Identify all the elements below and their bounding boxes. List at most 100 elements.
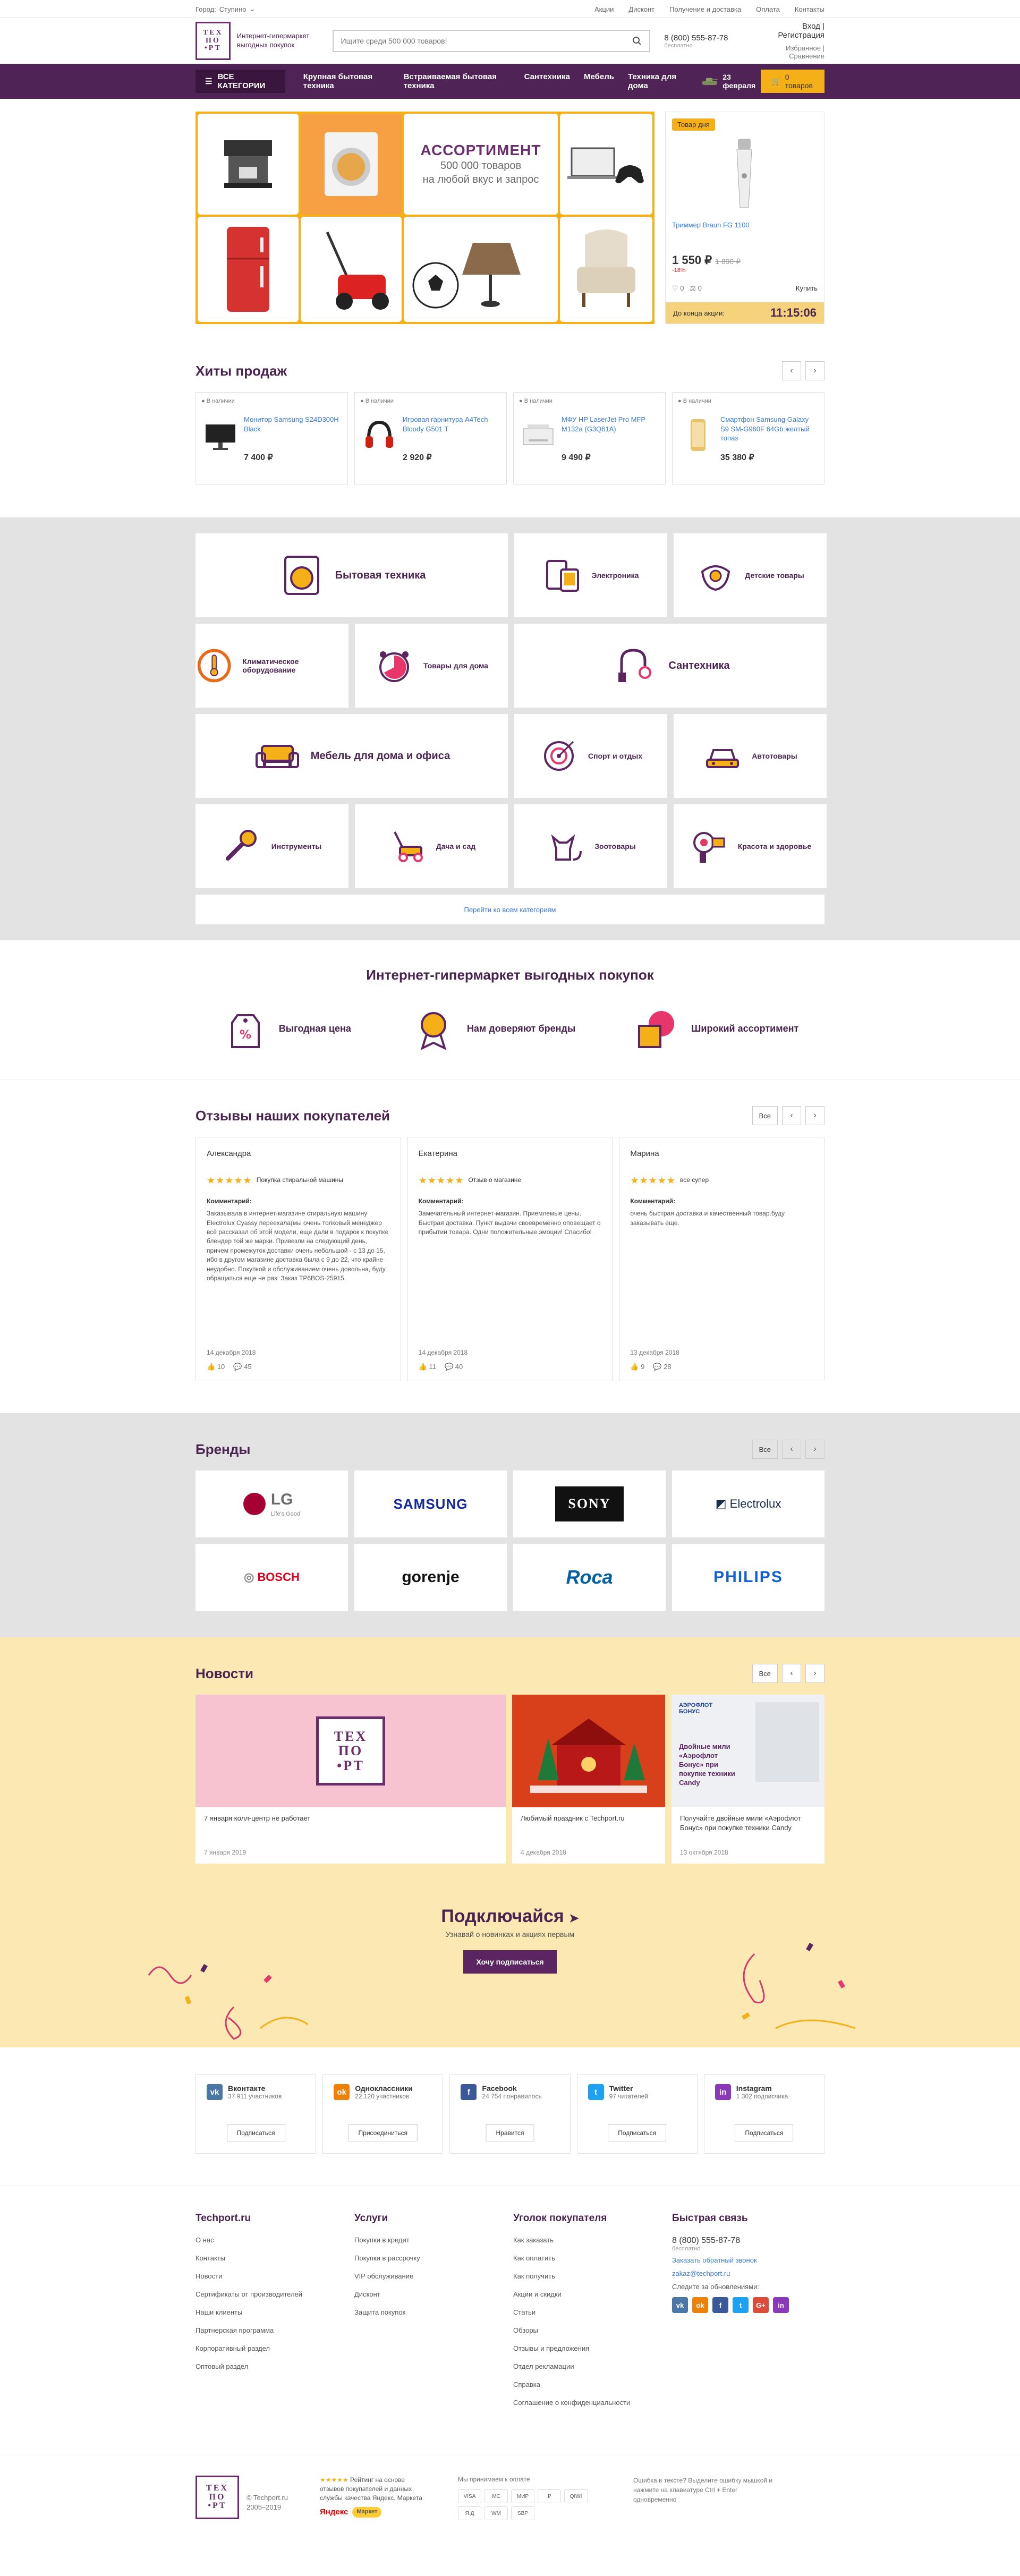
footer-link[interactable]: Как заказать	[513, 2236, 666, 2244]
carousel-next-button[interactable]	[217, 308, 227, 319]
nav-item-appliances[interactable]: Крупная бытовая техника	[303, 72, 390, 90]
comment-button[interactable]: 💬 45	[233, 1362, 251, 1372]
logo[interactable]: ТЕХ ПО •РТ	[196, 22, 231, 60]
category-climate[interactable]: Климатическое оборудование	[196, 624, 348, 708]
footer-link[interactable]: Как оплатить	[513, 2254, 666, 2262]
footer-link[interactable]: Наши клиенты	[196, 2308, 348, 2316]
brands-next-button[interactable]: ›	[805, 1440, 824, 1459]
nav-item-furniture[interactable]: Мебель	[584, 72, 614, 90]
vk-subscribe-button[interactable]: Подписаться	[226, 2124, 285, 2141]
category-home-goods[interactable]: Товары для дома	[355, 624, 508, 708]
compare-icon[interactable]: ⚖	[690, 284, 696, 292]
twitter-subscribe-button[interactable]: Подписаться	[608, 2124, 667, 2141]
brand-roca[interactable]: Roca	[513, 1544, 666, 1611]
news-next-button[interactable]: ›	[805, 1664, 824, 1683]
deal-product-name[interactable]: Триммер Braun FG 1100	[672, 221, 818, 229]
promo-feb23[interactable]: 23 февраля	[701, 73, 761, 90]
footer-link[interactable]: Сертификаты от производителей	[196, 2290, 348, 2298]
brand-electrolux[interactable]: ◩ Electrolux	[672, 1470, 824, 1537]
nav-item-built-in[interactable]: Встраиваемая бытовая техника	[404, 72, 511, 90]
footer-link[interactable]: Новости	[196, 2272, 348, 2280]
footer-link[interactable]: Корпоративный раздел	[196, 2344, 348, 2352]
yandex-rating[interactable]: ★★★★★ Рейтинг на основе отзывов покупате…	[320, 2476, 426, 2518]
category-electronics[interactable]: Электроника	[514, 533, 667, 617]
product-card[interactable]: ● В наличии Монитор Samsung S24D300H Bla…	[196, 392, 348, 484]
twitter-icon[interactable]: t	[733, 2297, 749, 2313]
deal-buy-button[interactable]: Купить	[796, 284, 818, 293]
promo-banner[interactable]: АССОРТИМЕНТ 500 000 товаров на любой вку…	[196, 112, 654, 324]
category-auto[interactable]: Автотовары	[674, 714, 827, 798]
all-categories-button[interactable]: ☰ ВСЕ КАТЕГОРИИ	[196, 70, 285, 93]
top-link-contacts[interactable]: Контакты	[795, 5, 824, 13]
city-selector[interactable]: Город: Ступино ⌄	[196, 5, 255, 13]
carousel-prev-button[interactable]	[203, 308, 214, 319]
news-all-button[interactable]: Все	[752, 1664, 778, 1683]
category-pets[interactable]: Зоотовары	[514, 804, 667, 888]
news-prev-button[interactable]: ‹	[782, 1664, 801, 1683]
footer-link[interactable]: Дисконт	[354, 2290, 507, 2298]
bestsellers-next-button[interactable]: ›	[805, 361, 824, 380]
product-card[interactable]: ● В наличии Смартфон Samsung Galaxy S9 S…	[672, 392, 824, 484]
footer-link[interactable]: Контакты	[196, 2254, 348, 2262]
category-beauty[interactable]: Красота и здоровье	[674, 804, 827, 888]
vk-icon[interactable]: vk	[672, 2297, 688, 2313]
cart-button[interactable]: 🛒 0 товаров	[761, 70, 825, 93]
all-categories-link[interactable]: Перейти ко всем категориям	[196, 895, 824, 924]
favorite-icon[interactable]: ♡	[672, 284, 678, 292]
footer-link[interactable]: Акции и скидки	[513, 2290, 666, 2298]
news-card[interactable]: ТЕХ ПО •РТ 7 января колл-центр не работа…	[196, 1695, 506, 1864]
brand-lg[interactable]: LG Life's Good	[196, 1470, 348, 1537]
footer-logo[interactable]: ТЕХ ПО •РТ	[196, 2476, 239, 2519]
footer-link[interactable]: Статьи	[513, 2308, 666, 2316]
favorites-link[interactable]: Избранное	[786, 44, 821, 52]
footer-link[interactable]: Оптовый раздел	[196, 2362, 348, 2370]
search-input[interactable]	[341, 37, 625, 45]
search-button[interactable]	[625, 31, 649, 51]
category-sport[interactable]: Спорт и отдых	[514, 714, 667, 798]
category-appliances[interactable]: Бытовая техника	[196, 533, 508, 617]
footer-link[interactable]: Обзоры	[513, 2326, 666, 2334]
footer-link[interactable]: О нас	[196, 2236, 348, 2244]
city-name[interactable]: Ступино	[219, 5, 246, 13]
news-card[interactable]: АЭРОФЛОТ БОНУС Двойные мили «Аэрофлот Бо…	[672, 1695, 824, 1864]
nav-item-home[interactable]: Техника для дома	[628, 72, 687, 90]
category-garden[interactable]: Дача и сад	[355, 804, 508, 888]
subscribe-button[interactable]: Хочу подписаться	[463, 1950, 557, 1974]
category-plumbing[interactable]: Сантехника	[514, 624, 827, 708]
top-link-payment[interactable]: Оплата	[756, 5, 780, 13]
brands-prev-button[interactable]: ‹	[782, 1440, 801, 1459]
category-tools[interactable]: Инструменты	[196, 804, 348, 888]
instagram-icon[interactable]: in	[773, 2297, 789, 2313]
brands-all-button[interactable]: Все	[752, 1440, 778, 1459]
like-button[interactable]: 👍 9	[630, 1362, 644, 1372]
brand-philips[interactable]: PHILIPS	[672, 1544, 824, 1611]
news-card[interactable]: Любимый праздник с Techport.ru 4 декабря…	[512, 1695, 665, 1864]
callback-link[interactable]: Заказать обратный звонок	[672, 2256, 824, 2264]
footer-link[interactable]: Отзывы и предложения	[513, 2344, 666, 2352]
google-plus-icon[interactable]: G+	[753, 2297, 769, 2313]
reviews-all-button[interactable]: Все	[752, 1106, 778, 1125]
top-link-discount[interactable]: Дисконт	[628, 5, 654, 13]
comment-button[interactable]: 💬 28	[653, 1362, 671, 1372]
footer-link[interactable]: Отдел рекламации	[513, 2362, 666, 2370]
reviews-prev-button[interactable]: ‹	[782, 1106, 801, 1125]
product-card[interactable]: ● В наличии МФУ HP LaserJet Pro MFP M132…	[513, 392, 666, 484]
ok-join-button[interactable]: Присоединиться	[348, 2124, 418, 2141]
facebook-like-button[interactable]: Нравится	[486, 2124, 534, 2141]
brand-bosch[interactable]: ◎ BOSCH	[196, 1544, 348, 1611]
like-button[interactable]: 👍 10	[207, 1362, 225, 1372]
top-link-delivery[interactable]: Получение и доставка	[669, 5, 741, 13]
register-link[interactable]: Регистрация	[778, 31, 824, 40]
footer-link[interactable]: Защита покупок	[354, 2308, 507, 2316]
phone-number[interactable]: 8 (800) 555-87-78	[664, 33, 755, 42]
footer-link[interactable]: Партнерская программа	[196, 2326, 348, 2334]
footer-link[interactable]: Покупки в кредит	[354, 2236, 507, 2244]
footer-phone[interactable]: 8 (800) 555-87-78	[672, 2236, 824, 2246]
product-card[interactable]: ● В наличии Игровая гарнитура A4Tech Blo…	[354, 392, 507, 484]
category-furniture[interactable]: Мебель для дома и офиса	[196, 714, 508, 798]
login-link[interactable]: Вход	[802, 22, 820, 31]
nav-item-plumbing[interactable]: Сантехника	[524, 72, 570, 90]
footer-link[interactable]: Как получить	[513, 2272, 666, 2280]
like-button[interactable]: 👍 11	[419, 1362, 436, 1372]
category-kids[interactable]: Детские товары	[674, 533, 827, 617]
